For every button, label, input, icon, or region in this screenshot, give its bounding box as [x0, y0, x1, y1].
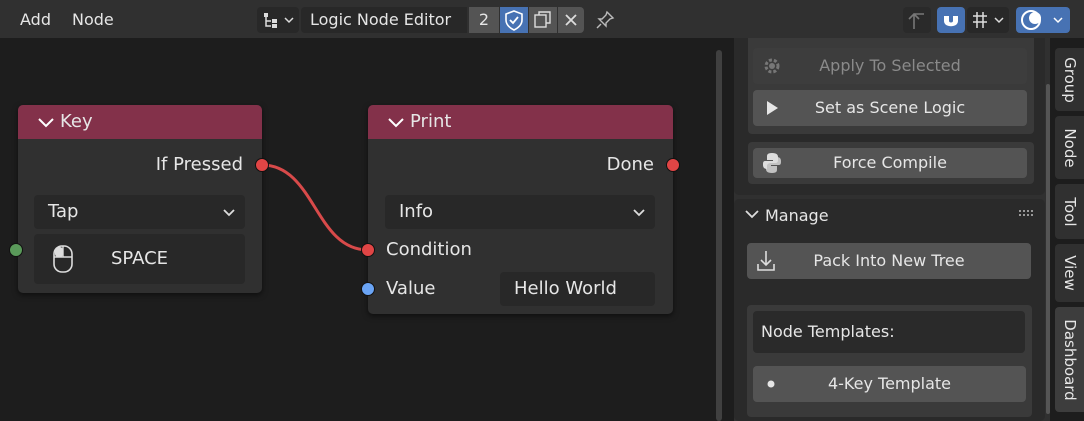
if-pressed-socket[interactable] — [255, 158, 269, 172]
done-label: Done — [606, 154, 654, 175]
snap-target-dropdown[interactable] — [967, 7, 1009, 33]
force-compile-button[interactable]: Force Compile — [753, 148, 1027, 178]
set-scene-logic-label: Set as Scene Logic — [814, 98, 966, 117]
snap-toggle[interactable] — [937, 7, 965, 33]
key-node[interactable]: Key If Pressed Tap SPACE — [18, 105, 262, 293]
key-mode-value: Tap — [48, 201, 79, 222]
sidebar: Apply To Selected Set as Scene Logic For… — [734, 38, 1050, 421]
menu-add[interactable]: Add — [20, 10, 51, 29]
tab-view[interactable]: View — [1055, 244, 1084, 302]
tab-tool[interactable]: Tool — [1055, 184, 1084, 239]
done-socket[interactable] — [666, 158, 680, 172]
menu-node[interactable]: Node — [72, 10, 114, 29]
overlays-dropdown[interactable] — [1016, 7, 1070, 33]
tab-tool-label: Tool — [1060, 196, 1079, 227]
print-node[interactable]: Print Done Info Condition Value Hello Wo… — [368, 105, 673, 314]
condition-label: Condition — [386, 239, 472, 260]
four-key-template-label: 4-Key Template — [827, 374, 952, 393]
overlays-icon — [1021, 10, 1063, 30]
chevron-down-icon — [223, 209, 235, 217]
tab-view-label: View — [1060, 255, 1079, 291]
python-icon — [763, 153, 781, 173]
gear-icon — [764, 58, 780, 74]
print-node-title: Print — [410, 111, 452, 132]
node-tree-name[interactable]: Logic Node Editor — [301, 7, 467, 33]
tab-node[interactable]: Node — [1055, 116, 1084, 179]
tab-node-label: Node — [1060, 127, 1079, 168]
four-key-template-button[interactable]: 4-Key Template — [753, 366, 1026, 402]
tab-dashboard-label: Dashboard — [1060, 318, 1079, 401]
fake-user-button[interactable] — [500, 7, 528, 33]
dot-icon — [767, 380, 775, 388]
value-socket[interactable] — [361, 282, 375, 296]
key-node-header[interactable]: Key — [18, 105, 262, 139]
sidebar-tabs: Group Node Tool View Dashboard — [1050, 38, 1084, 421]
pin-button[interactable] — [592, 7, 618, 33]
force-compile-label: Force Compile — [833, 153, 947, 172]
key-mode-dropdown[interactable]: Tap — [34, 195, 245, 229]
value-text-field[interactable]: Hello World — [500, 272, 655, 306]
manage-title: Manage — [765, 206, 829, 225]
manage-panel: Manage Pack Into New Tree Node Templates… — [734, 199, 1045, 421]
chevron-down-icon — [388, 118, 404, 128]
node-templates-label: Node Templates: — [753, 311, 1025, 353]
key-node-title: Key — [60, 111, 93, 132]
scene-logic-panel: Apply To Selected Set as Scene Logic For… — [734, 38, 1045, 195]
chevron-down-icon — [745, 210, 759, 219]
tab-group-label: Group — [1060, 56, 1079, 103]
close-icon — [565, 14, 577, 26]
key-capture-button[interactable]: SPACE — [34, 234, 245, 284]
pin-icon — [596, 10, 615, 29]
pack-into-new-tree-button[interactable]: Pack Into New Tree — [747, 243, 1031, 279]
editor-type-selector[interactable] — [257, 7, 299, 33]
print-node-header[interactable]: Print — [368, 105, 673, 139]
set-scene-logic-button[interactable]: Set as Scene Logic — [753, 90, 1027, 126]
canvas-scrollbar[interactable] — [716, 50, 722, 421]
node-canvas[interactable]: Key If Pressed Tap SPACE Print Done Info… — [0, 38, 734, 421]
condition-socket[interactable] — [361, 243, 375, 257]
duplicate-tree-button[interactable] — [529, 7, 557, 33]
key-value: SPACE — [110, 248, 169, 269]
mouse-icon — [53, 245, 73, 273]
download-icon — [757, 251, 775, 271]
manage-panel-header[interactable]: Manage — [734, 199, 1045, 231]
pack-into-new-tree-label: Pack Into New Tree — [813, 251, 965, 270]
users-count[interactable]: 2 — [469, 7, 499, 33]
grid-snap-icon — [973, 12, 1004, 28]
arrow-up-icon — [908, 12, 924, 29]
duplicate-icon — [534, 11, 551, 28]
value-label: Value — [386, 278, 436, 299]
apply-to-selected-label: Apply To Selected — [819, 56, 961, 75]
parent-tree-button[interactable] — [903, 7, 931, 33]
editor-header: Add Node Logic Node Editor 2 — [0, 0, 1084, 38]
print-type-dropdown[interactable]: Info — [385, 195, 655, 229]
magnet-icon — [944, 13, 958, 27]
node-tree-icon — [264, 13, 294, 28]
if-pressed-label: If Pressed — [155, 154, 243, 175]
tab-group[interactable]: Group — [1055, 48, 1084, 111]
shield-icon — [505, 10, 523, 31]
play-icon — [767, 101, 778, 115]
print-type-value: Info — [399, 201, 434, 222]
drag-handle-icon[interactable] — [1018, 199, 1036, 231]
unlink-tree-button[interactable] — [558, 7, 584, 33]
chevron-down-icon — [38, 118, 54, 128]
key-input-socket[interactable] — [9, 243, 23, 257]
chevron-down-icon — [633, 209, 645, 217]
tab-dashboard[interactable]: Dashboard — [1055, 307, 1084, 412]
apply-to-selected-button[interactable]: Apply To Selected — [753, 48, 1027, 84]
